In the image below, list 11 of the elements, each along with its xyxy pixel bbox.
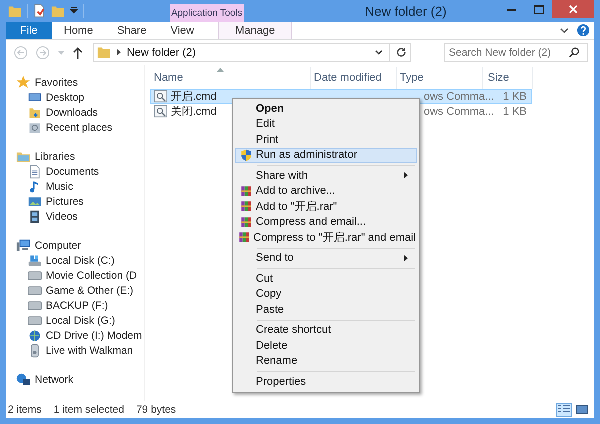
file-name: 开启.cmd: [171, 90, 217, 104]
file-size: 1 KB: [502, 106, 528, 118]
item-count: 2 items: [8, 404, 42, 416]
file-type: ows Comma...: [423, 90, 496, 102]
contextual-tab-group: Application Tools: [170, 4, 244, 22]
file-name: 关闭.cmd: [171, 104, 217, 119]
selection-size: 79 bytes: [136, 404, 176, 416]
file-size: 1 KB: [502, 90, 528, 102]
file-type: ows Comma...: [423, 106, 496, 118]
selection-count: 1 item selected: [54, 404, 124, 416]
window-title: New folder (2): [364, 3, 448, 21]
